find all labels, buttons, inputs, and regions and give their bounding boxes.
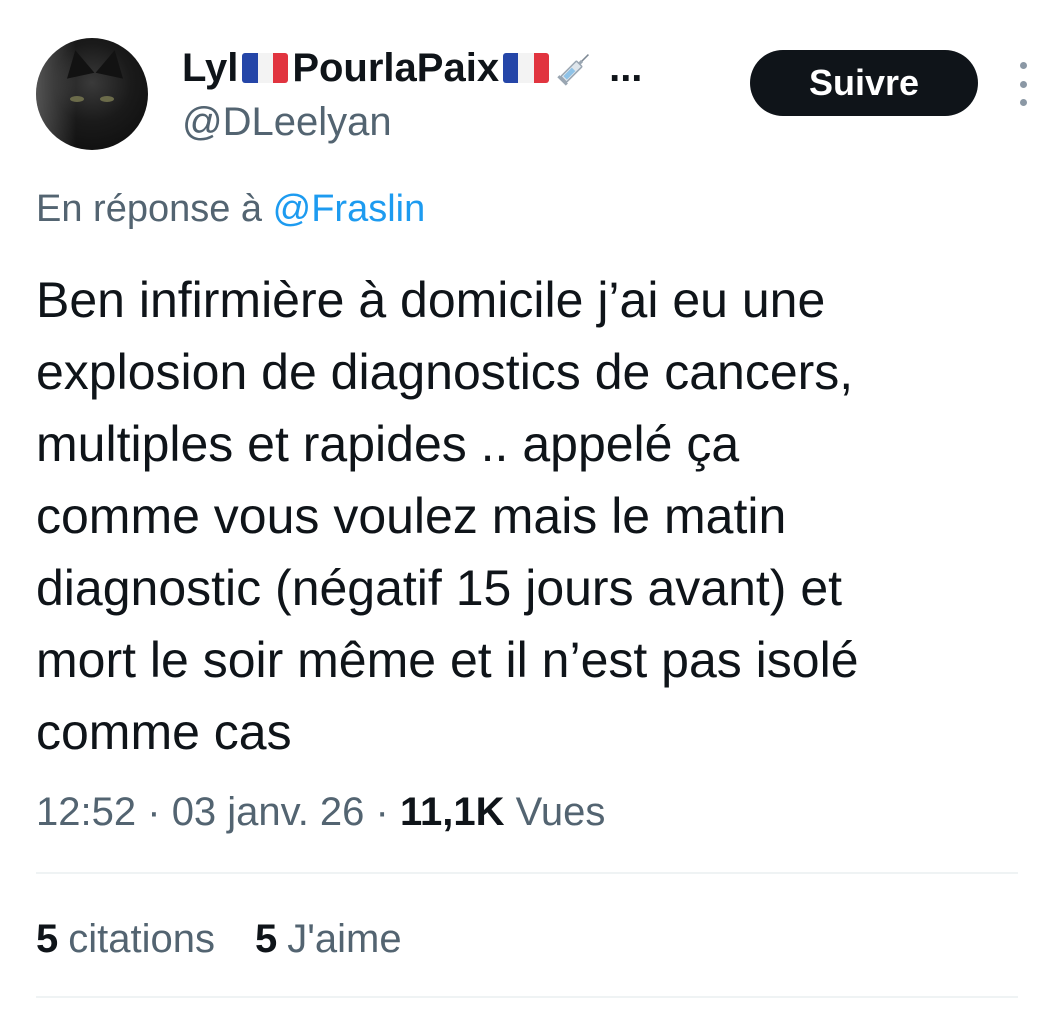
tweet-text-line: comme cas xyxy=(36,704,292,760)
reply-context: En réponse à @Fraslin xyxy=(36,186,425,232)
french-flag-icon xyxy=(242,53,289,83)
quotes-label: citations xyxy=(68,917,215,961)
tweet-text-line: multiples et rapides .. appelé ça xyxy=(36,416,740,472)
tweet-text: Ben infirmière à domicile j’ai eu une ex… xyxy=(36,264,1026,768)
author-avatar[interactable] xyxy=(36,38,148,150)
tweet-text-line: Ben infirmière à domicile j’ai eu une xyxy=(36,272,826,328)
divider xyxy=(36,996,1018,998)
likes-stat[interactable]: 5 J'aime xyxy=(255,915,402,963)
divider xyxy=(36,872,1018,874)
syringe-icon xyxy=(557,54,590,86)
engagement-stats: 5 citations 5 J'aime xyxy=(36,915,402,963)
author-display-name[interactable]: Lyl PourlaPaix ... xyxy=(182,44,642,92)
avatar-cat-eye-right xyxy=(100,96,114,102)
tweet-header: Lyl PourlaPaix ... @DLeelyan Suivre xyxy=(0,0,1055,170)
likes-label: J'aime xyxy=(287,917,402,961)
meta-separator: · xyxy=(375,790,389,834)
tweet-text-line: diagnostic (négatif 15 jours avant) et xyxy=(36,560,843,616)
tweet-time[interactable]: 12:52 xyxy=(36,790,136,834)
reply-mention-link[interactable]: @Fraslin xyxy=(273,188,426,230)
more-dot xyxy=(1019,62,1027,69)
tweet-text-line: explosion de diagnostics de cancers, xyxy=(36,344,854,400)
more-dot xyxy=(1019,80,1027,88)
tweet-meta: 12:52 · 03 janv. 26 · 11,1K Vues xyxy=(36,788,605,836)
more-dot xyxy=(1019,99,1027,106)
french-flag-icon xyxy=(503,53,550,83)
views-label: Vues xyxy=(515,790,606,834)
tweet-text-line: comme vous voulez mais le matin xyxy=(36,488,787,544)
tweet-date[interactable]: 03 janv. 26 xyxy=(172,790,365,834)
tweet-text-line: mort le soir même et il n’est pas isolé xyxy=(36,632,859,688)
quotes-stat[interactable]: 5 citations xyxy=(36,915,215,963)
reply-prefix: En réponse à xyxy=(36,188,263,230)
views-count: 11,1K xyxy=(400,790,505,834)
quotes-count: 5 xyxy=(36,917,59,961)
follow-button[interactable]: Suivre xyxy=(750,50,978,116)
display-name-start: Lyl xyxy=(182,46,239,90)
avatar-cat-ear-right xyxy=(95,47,129,79)
avatar-cat-ear-left xyxy=(61,47,95,79)
author-handle[interactable]: @DLeelyan xyxy=(182,98,392,146)
display-name-ellipsis: ... xyxy=(609,46,643,90)
avatar-cat-eye-left xyxy=(70,96,84,102)
meta-separator: · xyxy=(147,790,161,834)
display-name-middle: PourlaPaix xyxy=(292,46,500,90)
more-options-icon[interactable] xyxy=(1008,62,1038,106)
likes-count: 5 xyxy=(255,917,278,961)
